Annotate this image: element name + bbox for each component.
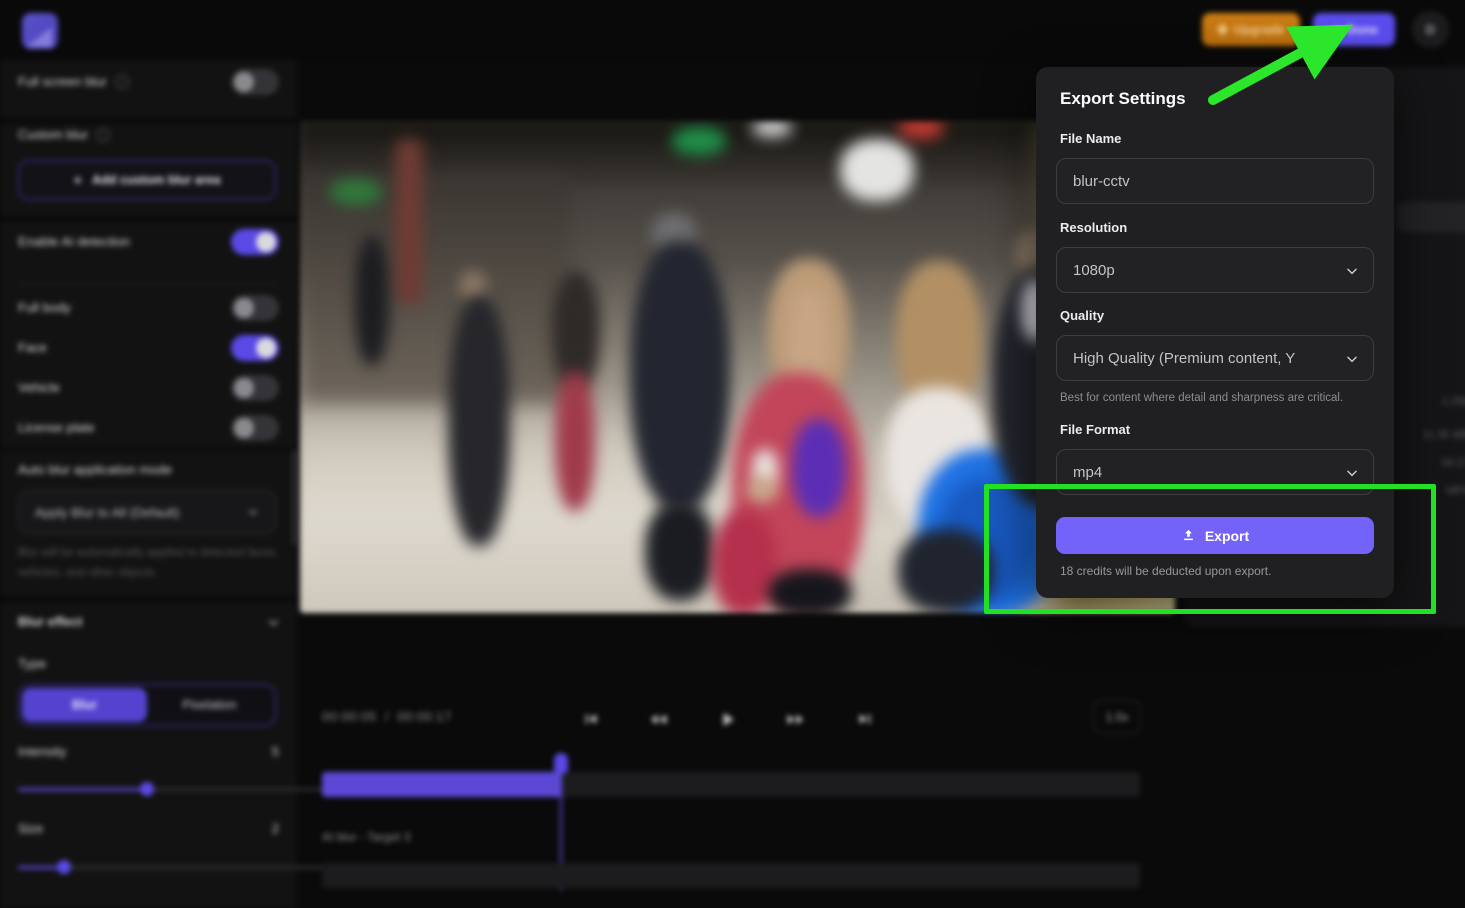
face-label: Face	[18, 340, 47, 355]
full-body-toggle[interactable]	[231, 295, 279, 321]
sidebar-scrollbar[interactable]	[293, 450, 296, 545]
size-slider[interactable]	[18, 860, 276, 874]
resolution-select[interactable]: 1080p	[1056, 247, 1374, 293]
top-bar: Upgrade ✓ Done D	[0, 0, 1465, 60]
auto-blur-mode-select[interactable]: Apply Blur to All (Default)	[18, 490, 276, 534]
clip-duration: 00:17	[1441, 457, 1465, 469]
custom-blur-label: Custom blur	[18, 127, 88, 142]
clip-label: AI blur - Target 3	[322, 830, 411, 844]
tab-pixelation[interactable]: Pixelation	[147, 688, 272, 722]
done-label: Done	[1347, 23, 1378, 37]
clip-filesize: 11.35 MB	[1423, 429, 1465, 441]
enable-ai-detection-label: Enable AI detection	[18, 234, 130, 249]
divider	[18, 284, 279, 285]
app-logo[interactable]	[22, 13, 58, 49]
vehicle-toggle[interactable]	[231, 375, 279, 401]
upgrade-label: Upgrade	[1234, 23, 1285, 37]
tab-blur[interactable]: Blur	[22, 688, 147, 722]
chevron-down-icon	[247, 506, 259, 518]
play-icon	[718, 710, 737, 729]
add-custom-blur-area-button[interactable]: + Add custom blur area	[18, 160, 276, 200]
modal-title: Export Settings	[1060, 89, 1186, 109]
enable-ai-detection-toggle[interactable]	[231, 229, 279, 255]
resolution-label: Resolution	[1060, 220, 1127, 235]
size-label: Size	[18, 821, 43, 836]
quality-label: Quality	[1060, 308, 1104, 323]
total-time: 00:00:17	[397, 709, 452, 724]
blur-type-segmented-control: Blur Pixelation	[18, 684, 276, 726]
vehicle-label: Vehicle	[18, 380, 60, 395]
chevron-down-icon	[1345, 264, 1357, 276]
full-body-label: Full body	[18, 300, 71, 315]
chevron-down-icon	[1345, 352, 1357, 364]
blur-effect-label: Blur effect	[18, 614, 82, 629]
playhead-handle[interactable]	[554, 753, 568, 773]
license-plate-label: License plate	[18, 420, 95, 435]
check-icon: ✓	[1330, 22, 1340, 37]
blur-clip-segment[interactable]	[322, 772, 561, 797]
license-plate-toggle[interactable]	[231, 415, 279, 441]
play-button[interactable]	[714, 706, 740, 732]
clip-bitrate: 1,29p	[1441, 395, 1465, 407]
intensity-value: 5	[272, 744, 279, 759]
quality-description: Best for content where detail and sharpn…	[1060, 392, 1343, 404]
file-name-label: File Name	[1060, 131, 1121, 146]
intensity-slider[interactable]	[18, 782, 276, 796]
file-name-input[interactable]: blur-cctv	[1056, 158, 1374, 204]
annotation-highlight-rectangle	[984, 484, 1436, 614]
current-time: 00:00:05	[322, 709, 377, 724]
user-avatar[interactable]: D	[1412, 11, 1449, 48]
fast-forward-button[interactable]	[782, 706, 808, 732]
auto-blur-mode-description: Blur will be automatically applied to de…	[18, 544, 281, 583]
upgrade-button[interactable]: Upgrade	[1202, 13, 1300, 46]
chevron-down-icon[interactable]	[267, 616, 279, 628]
done-button[interactable]: ✓ Done	[1313, 13, 1395, 46]
slider-thumb[interactable]	[140, 782, 154, 796]
auto-blur-mode-label: Auto blur application mode	[18, 462, 172, 477]
full-screen-blur-toggle[interactable]	[231, 69, 279, 95]
skip-end-button[interactable]	[852, 706, 878, 732]
intensity-label: Intensity	[18, 744, 66, 759]
full-screen-blur-label: Full screen blur	[18, 74, 107, 89]
skip-start-button[interactable]	[578, 706, 604, 732]
type-label: Type	[18, 656, 46, 671]
timeline-track-2[interactable]	[322, 863, 1140, 888]
playback-speed-button[interactable]: 1.0x	[1093, 700, 1141, 734]
gem-icon	[1216, 23, 1229, 36]
size-value: 2	[272, 821, 279, 836]
plus-icon: +	[73, 172, 82, 189]
info-icon[interactable]: i	[115, 75, 129, 89]
info-icon[interactable]: i	[96, 128, 110, 142]
skip-start-icon	[583, 711, 599, 727]
fast-forward-icon	[786, 710, 805, 729]
timeline-track-1[interactable]	[322, 772, 1140, 797]
rewind-icon	[649, 710, 668, 729]
clip-format: MP4	[1446, 485, 1465, 497]
app-window: Upgrade ✓ Done D Full screen blur i	[0, 0, 1465, 908]
skip-end-icon	[857, 711, 873, 727]
quality-select[interactable]: High Quality (Premium content, Y	[1056, 335, 1374, 381]
timecode: 00:00:05 / 00:00:17	[322, 709, 452, 724]
left-sidebar: Full screen blur i Custom blur i + Add c…	[0, 60, 297, 908]
chevron-down-icon	[1345, 466, 1357, 478]
rewind-button[interactable]	[645, 706, 671, 732]
face-toggle[interactable]	[231, 335, 279, 361]
file-format-label: File Format	[1060, 422, 1130, 437]
panel-button[interactable]	[1397, 202, 1465, 232]
slider-thumb[interactable]	[57, 860, 71, 874]
